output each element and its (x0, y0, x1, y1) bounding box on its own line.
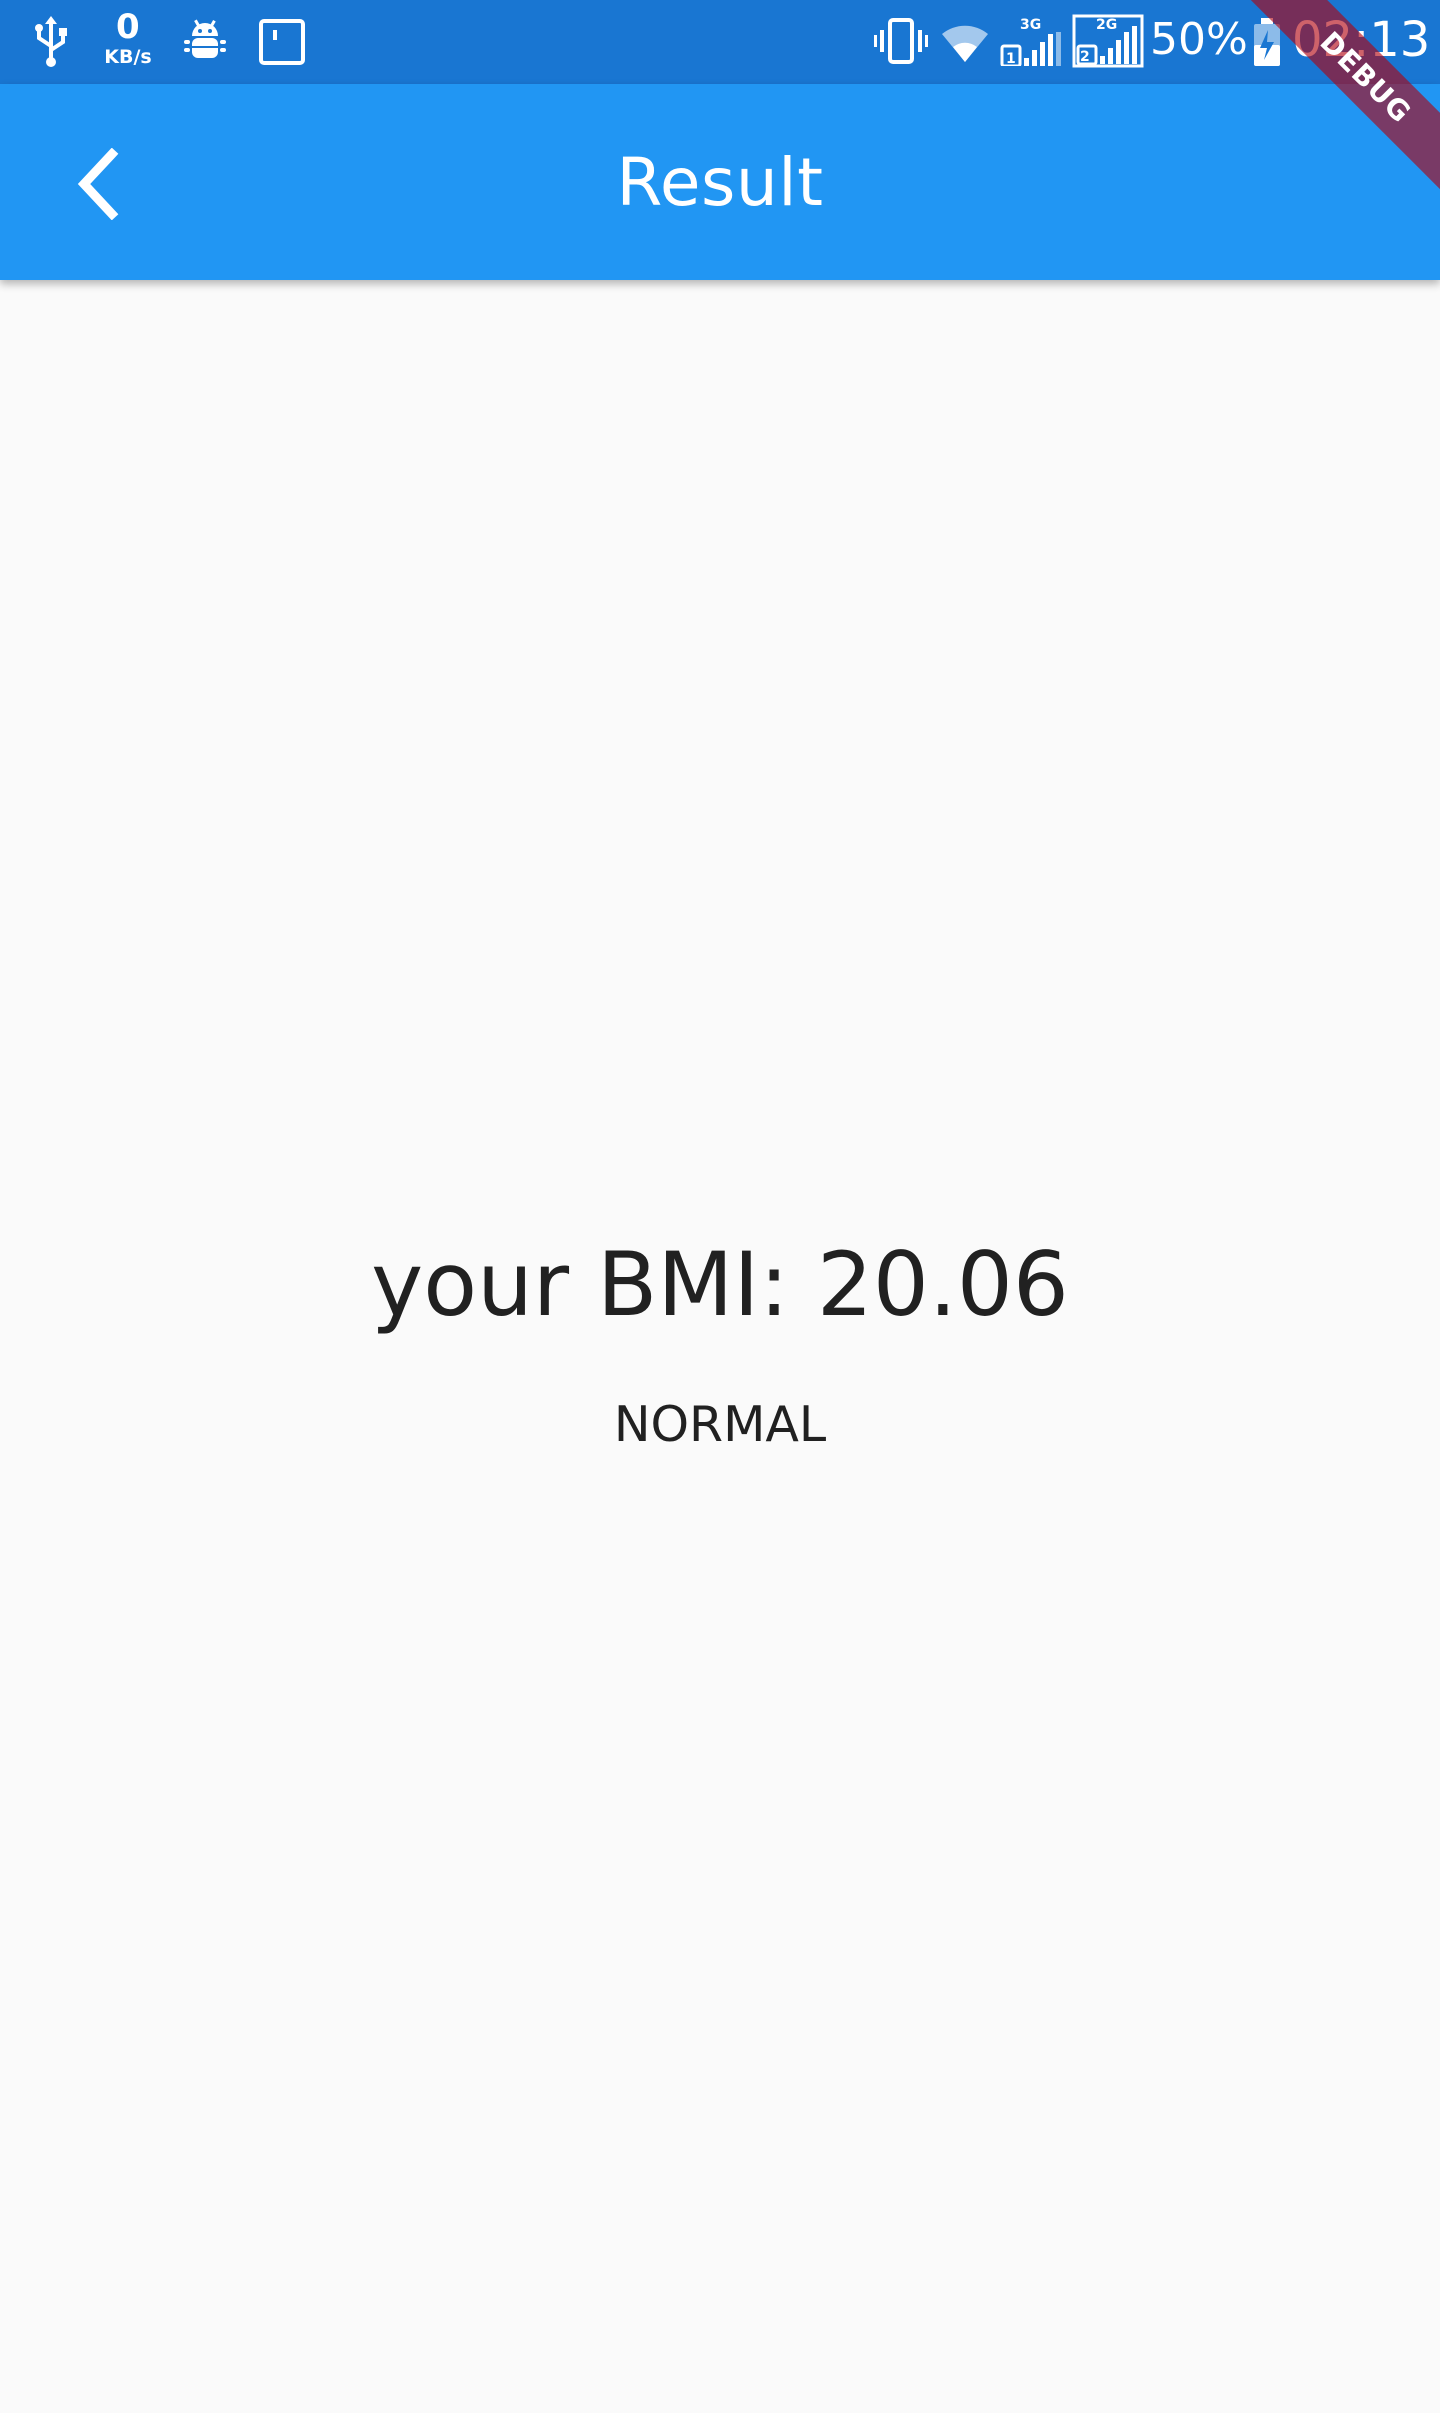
net-speed-unit: KB/s (104, 46, 152, 68)
sim1-index: 1 (1006, 51, 1016, 67)
bmi-category-label: NORMAL (613, 1396, 827, 1453)
bmi-result-text: your BMI: 20.06 (371, 1233, 1069, 1336)
sim2-index: 2 (1080, 49, 1090, 65)
vibrate-icon (874, 16, 928, 70)
app-bar: Result (0, 84, 1440, 280)
chevron-left-icon (74, 147, 122, 224)
page-title: Result (616, 143, 824, 221)
back-button[interactable] (50, 138, 146, 234)
usb-icon (30, 16, 72, 72)
status-bar: 0 KB/s 3G 1 2G 2 50% (0, 0, 1440, 84)
android-debug-icon (182, 18, 228, 68)
sim1-network-label: 3G (1020, 17, 1042, 33)
wifi-icon (940, 20, 990, 68)
net-speed-value: 0 (116, 7, 140, 47)
screenshot-icon (258, 18, 306, 70)
battery-percent: 50% (1150, 14, 1248, 65)
